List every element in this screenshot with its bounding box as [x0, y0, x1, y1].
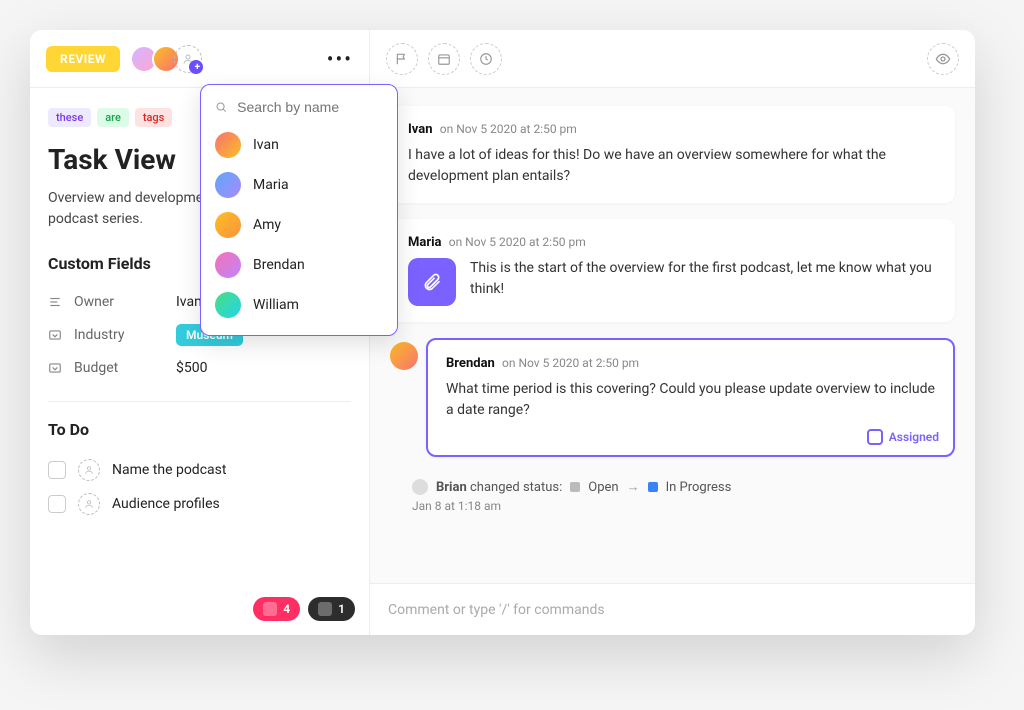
checkbox[interactable]	[48, 461, 66, 479]
comment-author: Brendan	[446, 356, 495, 371]
search-input[interactable]	[237, 99, 383, 115]
right-pane: Ivan on Nov 5 2020 at 2:50 pm I have a l…	[370, 30, 975, 635]
field-label: Budget	[74, 360, 164, 376]
figma-icon	[318, 602, 332, 616]
comment-body: What time period is this covering? Could…	[446, 379, 935, 421]
avatar	[215, 132, 241, 158]
activity-entry: Brian changed status: Open → In Progress	[412, 479, 955, 495]
search-icon	[215, 100, 227, 114]
comment[interactable]: Ivan on Nov 5 2020 at 2:50 pm I have a l…	[390, 106, 955, 203]
status-pill[interactable]: REVIEW	[46, 46, 120, 72]
person-name: Brendan	[253, 257, 305, 273]
avatar	[412, 479, 428, 495]
integration-pills: 4 1	[253, 597, 355, 621]
more-menu-button[interactable]: •••	[327, 47, 353, 71]
comment-author: Maria	[408, 235, 442, 250]
todo-label: Audience profiles	[112, 496, 220, 512]
status-to: In Progress	[666, 480, 732, 495]
pill-count: 4	[283, 602, 290, 616]
person-name: Ivan	[253, 137, 279, 153]
comment-composer[interactable]: Comment or type '/' for commands	[370, 583, 975, 635]
field-label: Industry	[74, 327, 164, 343]
todo-item[interactable]: Audience profiles	[48, 487, 351, 521]
left-toolbar: REVIEW + •••	[30, 30, 369, 88]
field-label: Owner	[74, 294, 164, 310]
dropdown-icon	[48, 361, 62, 375]
field-value[interactable]: $500	[176, 360, 207, 376]
pill-count: 1	[338, 602, 345, 616]
comment-body: This is the start of the overview for th…	[470, 258, 937, 300]
avatar	[215, 212, 241, 238]
dropdown-search[interactable]	[201, 95, 397, 125]
dropdown-person[interactable]: William	[201, 285, 397, 325]
tag[interactable]: tags	[135, 108, 173, 127]
checkbox-icon	[867, 429, 883, 445]
todo-heading: To Do	[48, 420, 351, 439]
tag[interactable]: these	[48, 108, 91, 127]
comment-meta: on Nov 5 2020 at 2:50 pm	[502, 356, 639, 370]
integration-pill[interactable]: 4	[253, 597, 300, 621]
avatar	[215, 252, 241, 278]
arrow-right-icon: →	[627, 479, 640, 495]
comment-thread[interactable]: Ivan on Nov 5 2020 at 2:50 pm I have a l…	[370, 88, 975, 583]
assignee-avatars: +	[136, 45, 202, 73]
assigned-chip[interactable]: Assigned	[867, 429, 939, 445]
integration-pill[interactable]: 1	[308, 597, 355, 621]
assign-placeholder-icon[interactable]	[78, 493, 100, 515]
comment-body: I have a lot of ideas for this! Do we ha…	[408, 145, 937, 187]
tag[interactable]: are	[97, 108, 129, 127]
avatar[interactable]	[390, 342, 418, 370]
dropdown-person[interactable]: Brendan	[201, 245, 397, 285]
avatar	[215, 172, 241, 198]
divider	[48, 401, 351, 402]
activity-time: Jan 8 at 1:18 am	[412, 499, 955, 513]
dropdown-person[interactable]: Ivan	[201, 125, 397, 165]
app-window: REVIEW + ••• these are tags Task View Ov…	[30, 30, 975, 635]
calendar-button[interactable]	[428, 43, 460, 75]
dropdown-person[interactable]: Amy	[201, 205, 397, 245]
people-dropdown: Ivan Maria Amy Brendan William	[200, 84, 398, 336]
add-assignee-button[interactable]: +	[174, 45, 202, 73]
status-from: Open	[588, 480, 618, 495]
composer-placeholder: Comment or type '/' for commands	[388, 602, 605, 618]
checkbox[interactable]	[48, 495, 66, 513]
activity-actor: Brian	[436, 480, 467, 495]
dropdown-person[interactable]: Maria	[201, 165, 397, 205]
invision-icon	[263, 602, 277, 616]
time-button[interactable]	[470, 43, 502, 75]
status-square-icon	[648, 482, 658, 492]
flag-button[interactable]	[386, 43, 418, 75]
comment-meta: on Nov 5 2020 at 2:50 pm	[449, 235, 586, 249]
comment-with-avatar: Brendan on Nov 5 2020 at 2:50 pm What ti…	[390, 338, 955, 473]
person-name: Maria	[253, 177, 289, 193]
comment-author: Ivan	[408, 122, 433, 137]
todo-label: Name the podcast	[112, 462, 226, 478]
text-icon	[48, 295, 62, 309]
right-toolbar	[370, 30, 975, 88]
custom-field-row[interactable]: Budget $500	[48, 353, 351, 383]
assigned-label: Assigned	[889, 430, 939, 444]
comment-meta: on Nov 5 2020 at 2:50 pm	[440, 122, 577, 136]
field-value[interactable]: Ivan	[176, 294, 202, 310]
comment[interactable]: Brendan on Nov 5 2020 at 2:50 pm What ti…	[426, 338, 955, 457]
avatar	[215, 292, 241, 318]
watch-button[interactable]	[927, 43, 959, 75]
status-square-icon	[570, 482, 580, 492]
attachment-icon[interactable]	[408, 258, 456, 306]
activity-verb: changed status:	[470, 480, 562, 495]
assign-placeholder-icon[interactable]	[78, 459, 100, 481]
dropdown-icon	[48, 328, 62, 342]
person-name: Amy	[253, 217, 281, 233]
comment[interactable]: Maria on Nov 5 2020 at 2:50 pm This is t…	[390, 219, 955, 322]
person-name: William	[253, 297, 299, 313]
todo-item[interactable]: Name the podcast	[48, 453, 351, 487]
